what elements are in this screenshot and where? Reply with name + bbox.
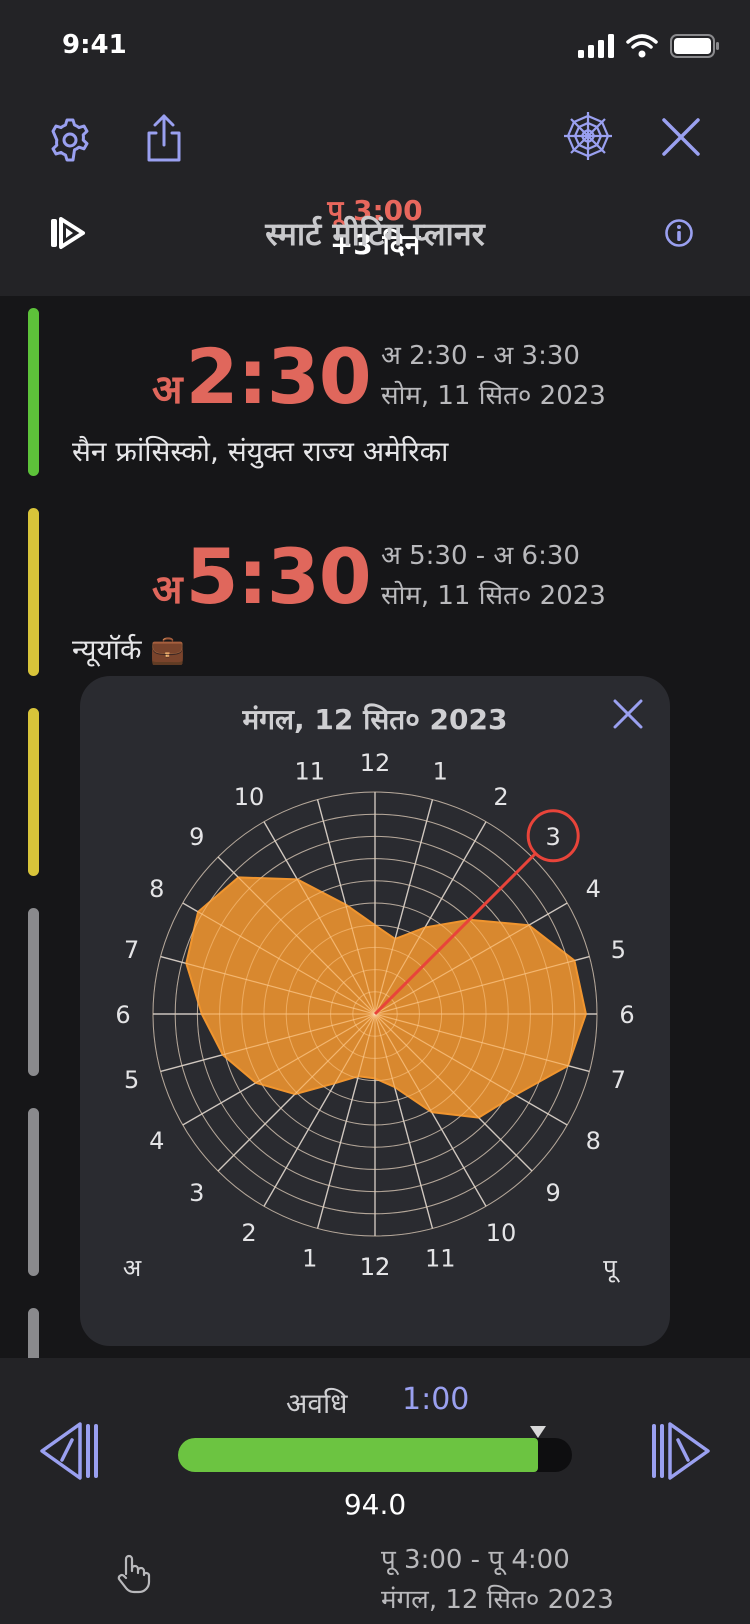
spiderweb-icon <box>564 112 612 160</box>
am-label: अ <box>123 1254 142 1282</box>
row-info: अ 2:30 - अ 3:30 सोम, 11 सित० 2023 <box>381 336 606 416</box>
peek-range: पू 3:00 - पू 4:00 <box>381 1545 570 1575</box>
duration-slider[interactable] <box>178 1426 572 1472</box>
info-button[interactable] <box>662 216 696 250</box>
wifi-icon <box>626 34 658 58</box>
page-title: स्मार्ट मीटिंग प्लानर <box>265 215 485 253</box>
row-range: अ 5:30 - अ 6:30 <box>381 541 580 571</box>
battery-icon <box>670 34 719 58</box>
bottom-controls: पू 3:00 - पू 4:00 मंगल, 12 सित० 2023 अवध… <box>0 1358 750 1624</box>
hour-label: 9 <box>189 823 204 851</box>
row-time: अ2:30 <box>152 332 372 421</box>
hour-label: 8 <box>149 875 164 903</box>
slider-thumb[interactable] <box>530 1426 547 1438</box>
previous-button[interactable] <box>36 1418 102 1488</box>
slider-fill <box>178 1438 539 1472</box>
step-back-icon <box>40 1422 98 1480</box>
status-bar: 9:41 <box>0 0 750 96</box>
pm-label: पू <box>603 1254 621 1283</box>
hour-label: 1 <box>433 758 448 786</box>
hour-label: 10 <box>234 783 265 811</box>
hour-label: 9 <box>546 1179 561 1207</box>
row-range: अ 2:30 - अ 3:30 <box>381 341 580 371</box>
hour-label: 5 <box>124 1066 139 1094</box>
hour-label: 4 <box>149 1127 164 1155</box>
duration-value[interactable]: 1:00 <box>402 1382 469 1417</box>
chart-button[interactable] <box>562 110 614 162</box>
popup-date: मंगल, 12 सित० 2023 <box>242 703 508 736</box>
share-icon <box>147 114 181 162</box>
hour-label: 3 <box>546 823 561 851</box>
row-color-bar <box>28 1108 39 1276</box>
hour-label: 11 <box>425 1244 456 1272</box>
hour-label: 6 <box>115 1001 130 1029</box>
hour-label: 7 <box>124 936 139 964</box>
info-icon <box>665 219 693 247</box>
hour-label: 1 <box>302 1244 317 1272</box>
row-time-value: 5:30 <box>185 532 372 621</box>
hour-label: 10 <box>486 1219 517 1247</box>
row-city: सैन फ्रांसिस्को, संयुक्त राज्य अमेरिका <box>72 435 449 468</box>
hour-label: 7 <box>611 1066 626 1094</box>
row-time-prefix: अ <box>152 567 183 613</box>
row-time-prefix: अ <box>152 367 183 413</box>
row-color-bar <box>28 708 39 876</box>
hour-label: 4 <box>586 875 601 903</box>
close-icon <box>613 699 643 729</box>
settings-button[interactable] <box>46 116 94 164</box>
share-button[interactable] <box>140 112 188 164</box>
peek-date: मंगल, 12 सित० 2023 <box>381 1585 614 1615</box>
row-time-value: 2:30 <box>185 332 372 421</box>
row-info: अ 5:30 - अ 6:30 सोम, 11 सित० 2023 <box>381 536 606 616</box>
activity-radar-chart: 12 1234567891011121110987654321 12अ पू <box>115 749 634 1283</box>
signal-icon <box>578 34 614 58</box>
status-time: 9:41 <box>62 30 127 60</box>
hour-label: 12 <box>360 1253 391 1281</box>
radar-area <box>185 876 587 1119</box>
close-button[interactable] <box>656 112 706 162</box>
header: पू 3:00 +3 दिन स्मार्ट मीटिंग प्लानर <box>0 96 750 296</box>
popup-close-button[interactable] <box>612 698 644 734</box>
close-icon <box>662 118 700 156</box>
hour-label: 12 <box>360 749 391 777</box>
day-chart-popup[interactable]: 12 1 2 3 4 5 6 7 8 9 10 11 12 11 10 9 8 7 6 5 4 3 2 1 12 अ पू मंगल… <box>80 676 670 1346</box>
row-date: सोम, 11 सित० 2023 <box>381 581 606 611</box>
row-color-bar <box>28 908 39 1076</box>
row-color-bar <box>28 508 39 676</box>
row-city: न्यूयॉर्क 💼 <box>72 633 186 666</box>
hour-label: 2 <box>241 1219 256 1247</box>
hour-label: 6 <box>619 1001 634 1029</box>
row-color-bar <box>28 308 39 476</box>
next-button[interactable] <box>648 1418 714 1488</box>
hand-pointer-icon <box>117 1554 151 1594</box>
hand-hint <box>114 1554 152 1598</box>
status-icons <box>578 34 720 58</box>
duration-label: अवधि <box>286 1387 348 1420</box>
hour-label: 5 <box>611 936 626 964</box>
hour-label: 11 <box>295 758 326 786</box>
hour-label: 8 <box>586 1127 601 1155</box>
hour-label: 3 <box>189 1179 204 1207</box>
slider-value: 94.0 <box>343 1488 407 1521</box>
hour-label: 2 <box>493 783 508 811</box>
row-time: अ5:30 <box>152 532 372 621</box>
row-date: सोम, 11 सित० 2023 <box>381 381 606 411</box>
gear-icon <box>51 118 89 162</box>
step-forward-icon <box>652 1422 710 1480</box>
